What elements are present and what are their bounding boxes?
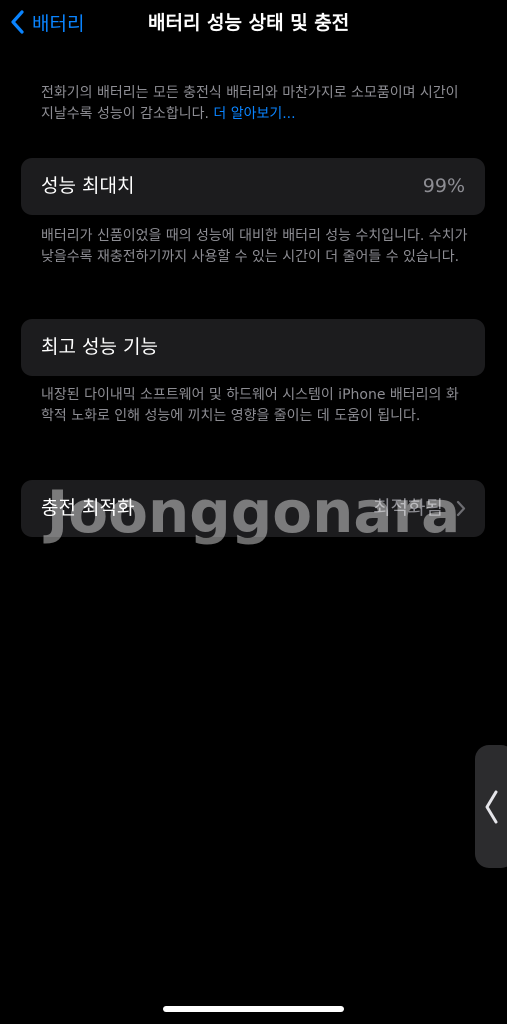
max-capacity-label: 성능 최대치 <box>41 175 135 197</box>
home-indicator[interactable] <box>163 1006 344 1012</box>
max-capacity-footer: 배터리가 신품이었을 때의 성능에 대비한 배터리 성능 수치입니다. 수치가 … <box>41 228 468 265</box>
peak-performance-cell: 최고 성능 기능 <box>21 319 485 376</box>
back-button[interactable]: 배터리 <box>10 7 84 37</box>
charging-optimization-label: 충전 최적화 <box>41 497 135 519</box>
intro-description: 전화기의 배터리는 모든 충전식 배터리와 마찬가지로 소모품이며 시간이 지날… <box>41 83 471 125</box>
chevron-left-icon <box>11 10 24 34</box>
peak-performance-footer: 내장된 다이내믹 소프트웨어 및 하드웨어 시스템이 iPhone 배터리의 화… <box>41 387 459 424</box>
peak-performance-label: 최고 성능 기능 <box>41 336 158 358</box>
charging-optimization-cell[interactable]: 충전 최적화 최적화됨 <box>21 480 485 537</box>
navigation-bar: 배터리 배터리 성능 상태 및 충전 <box>0 0 507 44</box>
max-capacity-value: 99% <box>422 175 465 197</box>
max-capacity-cell: 성능 최대치 99% <box>21 158 485 215</box>
charging-optimization-value: 최적화됨 <box>373 497 443 519</box>
learn-more-link[interactable]: 더 알아보기... <box>213 106 295 122</box>
chevron-right-icon <box>456 500 466 517</box>
side-panel-handle[interactable] <box>475 745 507 868</box>
chevron-left-icon <box>485 790 498 824</box>
back-label: 배터리 <box>32 12 85 35</box>
page-title: 배터리 성능 상태 및 충전 <box>148 12 350 34</box>
